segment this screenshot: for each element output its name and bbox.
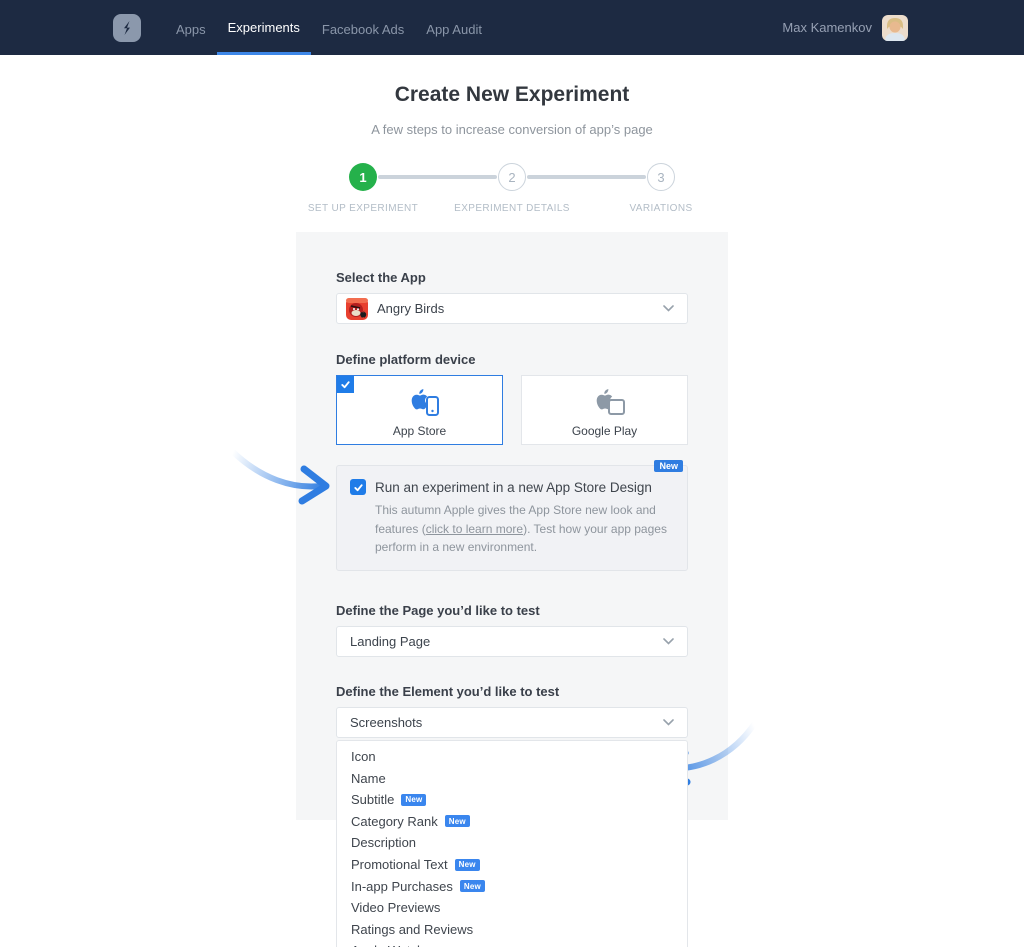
element-option-promotional-text[interactable]: Promotional Text New — [337, 854, 687, 876]
page: AppsExperimentsFacebook AdsApp Audit Max… — [0, 0, 1024, 947]
element-option-video-previews[interactable]: Video Previews — [337, 897, 687, 919]
chevron-down-icon — [663, 719, 674, 726]
element-select[interactable]: Screenshots — [336, 707, 688, 738]
platform-card-label: Google Play — [572, 424, 637, 438]
element-option-in-app-purchases[interactable]: In-app Purchases New — [337, 875, 687, 897]
angry-birds-app-icon — [346, 298, 368, 320]
element-option-label: Description — [351, 835, 416, 850]
element-option-subtitle[interactable]: Subtitle New — [337, 789, 687, 811]
nav-items: AppsExperimentsFacebook AdsApp Audit — [165, 0, 493, 55]
element-option-label: Promotional Text — [351, 857, 448, 872]
step-3: 3 VARIATIONS — [647, 163, 675, 191]
element-option-label: Icon — [351, 749, 376, 764]
new-badge: New — [460, 880, 485, 892]
user-name[interactable]: Max Kamenkov — [782, 20, 872, 35]
app-select[interactable]: Angry Birds — [336, 293, 688, 324]
element-option-apple-watch[interactable]: Apple Watch — [337, 940, 687, 947]
element-option-label: Video Previews — [351, 900, 440, 915]
page-title: Create New Experiment — [0, 83, 1024, 107]
user-avatar[interactable] — [882, 15, 908, 41]
step-2: 2 EXPERIMENT DETAILS — [498, 163, 526, 191]
apple-tablet-icon — [585, 383, 625, 422]
nav-item-experiments[interactable]: Experiments — [217, 0, 311, 55]
new-badge: New — [445, 815, 470, 827]
navbar: AppsExperimentsFacebook AdsApp Audit Max… — [0, 0, 1024, 55]
apple-phone-icon — [400, 383, 440, 422]
new-app-store-design-box: New Run an experiment in a new App Store… — [336, 465, 688, 571]
page-select-label: Define the Page you’d like to test — [336, 603, 688, 618]
stepper: 1 SET UP EXPERIMENT 2 EXPERIMENT DETAILS… — [0, 163, 1024, 191]
app-select-label: Select the App — [336, 270, 688, 285]
chevron-down-icon — [663, 638, 674, 645]
element-option-label: In-app Purchases — [351, 879, 453, 894]
element-option-label: Apple Watch — [351, 943, 424, 947]
page-subtitle: A few steps to increase conversion of ap… — [0, 122, 1024, 137]
step-1-circle: 1 — [349, 163, 377, 191]
app-select-value: Angry Birds — [377, 301, 444, 316]
new-badge: New — [455, 859, 480, 871]
form-panel: Select the App Angry Birds — [296, 232, 728, 820]
splitmetrics-logo-icon[interactable] — [113, 14, 141, 42]
element-option-description[interactable]: Description — [337, 832, 687, 854]
checked-checkbox-icon[interactable] — [337, 376, 354, 393]
platform-card-label: App Store — [393, 424, 446, 438]
nav-item-facebook-ads[interactable]: Facebook Ads — [311, 0, 415, 55]
nav-user-area: Max Kamenkov — [782, 0, 908, 55]
element-option-label: Name — [351, 771, 386, 786]
platform-options: App Store Google Play — [336, 375, 688, 445]
learn-more-link[interactable]: click to learn more — [426, 522, 523, 536]
new-badge: New — [654, 460, 683, 472]
chevron-down-icon — [663, 305, 674, 312]
step-3-circle: 3 — [647, 163, 675, 191]
element-option-name[interactable]: Name — [337, 767, 687, 789]
element-option-category-rank[interactable]: Category Rank New — [337, 811, 687, 833]
page-select-value: Landing Page — [350, 634, 430, 649]
checked-checkbox-icon[interactable] — [350, 479, 366, 495]
element-options-list: Icon Name Subtitle New Category Rank New Descr… — [336, 740, 688, 947]
element-option-icon[interactable]: Icon — [337, 746, 687, 768]
platform-label: Define platform device — [336, 352, 688, 367]
platform-card-app-store[interactable]: App Store — [336, 375, 503, 445]
step-2-circle: 2 — [498, 163, 526, 191]
step-1-label: SET UP EXPERIMENT — [308, 203, 418, 214]
element-option-ratings-and-reviews[interactable]: Ratings and Reviews — [337, 919, 687, 941]
step-3-label: VARIATIONS — [629, 203, 692, 214]
element-option-label: Category Rank — [351, 814, 438, 829]
element-select-value: Screenshots — [350, 715, 422, 730]
new-badge: New — [401, 794, 426, 806]
step-1: 1 SET UP EXPERIMENT — [349, 163, 377, 191]
new-design-checkbox-label[interactable]: Run an experiment in a new App Store Des… — [375, 480, 652, 495]
step-connector — [378, 175, 497, 179]
step-connector — [527, 175, 646, 179]
nav-item-app-audit[interactable]: App Audit — [415, 0, 493, 55]
step-2-label: EXPERIMENT DETAILS — [454, 203, 570, 214]
new-design-description: This autumn Apple gives the App Store ne… — [375, 501, 673, 557]
page-select[interactable]: Landing Page — [336, 626, 688, 657]
element-select-label: Define the Element you’d like to test — [336, 684, 688, 699]
element-option-label: Subtitle — [351, 792, 394, 807]
platform-card-google-play[interactable]: Google Play — [521, 375, 688, 445]
element-option-label: Ratings and Reviews — [351, 922, 473, 937]
nav-item-apps[interactable]: Apps — [165, 0, 217, 55]
